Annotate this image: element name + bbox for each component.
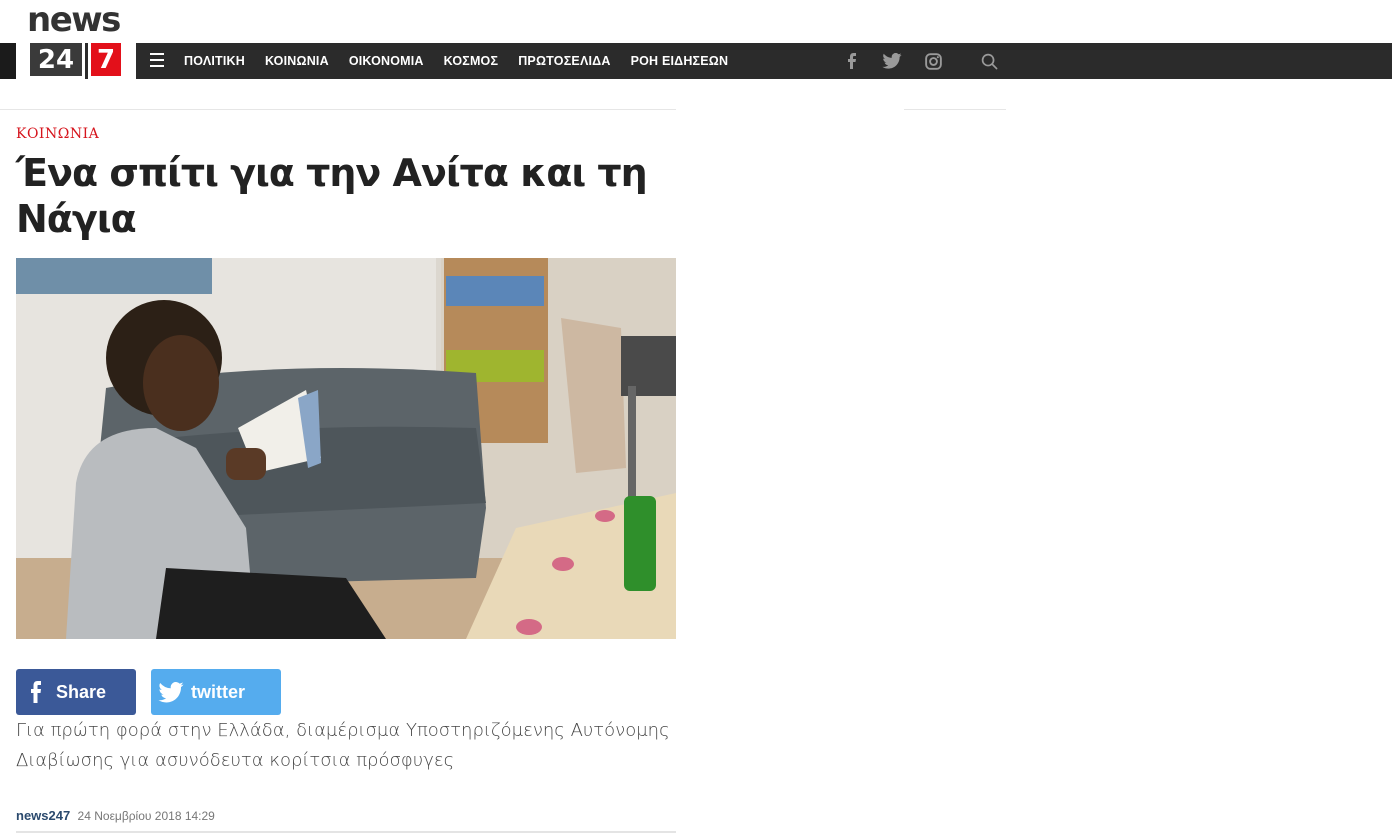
article-date: 24 Νοεμβρίου 2018 14:29: [77, 809, 215, 823]
twitter-icon: [151, 681, 191, 703]
nav-item-frontpages[interactable]: ΠΡΩΤΟΣΕΛΙΔΑ: [508, 54, 620, 68]
nav-item-news-feed[interactable]: ΡΟΗ ΕΙΔΗΣΕΩΝ: [621, 54, 739, 68]
logo-24[interactable]: 24: [27, 43, 85, 79]
nav-item-economy[interactable]: ΟΙΚΟΝΟΜΙΑ: [339, 54, 434, 68]
article-byline: news247 24 Νοεμβρίου 2018 14:29: [16, 808, 215, 823]
article-title: Ένα σπίτι για την Ανίτα και τη Νάγια: [16, 151, 648, 241]
search-icon[interactable]: [981, 43, 998, 79]
content-top-divider: [0, 109, 676, 110]
nav-item-politics[interactable]: ΠΟΛΙΤΙΚΗ: [174, 54, 255, 68]
facebook-icon: [16, 681, 56, 703]
sidebar-top-divider: [904, 109, 1006, 110]
nav-item-world[interactable]: ΚΟΣΜΟΣ: [434, 54, 509, 68]
twitter-icon[interactable]: [882, 43, 902, 79]
logo-gap: [16, 43, 27, 79]
main-nav: ΠΟΛΙΤΙΚΗ ΚΟΙΝΩΝΙΑ ΟΙΚΟΝΟΜΙΑ ΚΟΣΜΟΣ ΠΡΩΤΟ…: [174, 43, 738, 79]
logo-gap-right: [124, 43, 136, 79]
logo-news-text[interactable]: news: [27, 2, 121, 38]
instagram-icon[interactable]: [925, 43, 942, 79]
facebook-share-label: Share: [56, 681, 107, 702]
article-author[interactable]: news247: [16, 808, 70, 823]
facebook-share-button[interactable]: Share: [16, 669, 136, 715]
article-photo: [16, 258, 676, 639]
twitter-share-label: twitter: [191, 681, 245, 702]
article-lead: Για πρώτη φορά στην Ελλάδα, διαμέρισμα Υ…: [16, 720, 670, 771]
nav-item-society[interactable]: ΚΟΙΝΩΝΙΑ: [255, 54, 339, 68]
hamburger-menu-icon[interactable]: [150, 53, 164, 67]
logo-7[interactable]: 7: [88, 43, 124, 79]
byline-divider: [16, 831, 676, 833]
navbar-left-edge: [0, 43, 16, 79]
facebook-icon[interactable]: [846, 43, 858, 79]
twitter-share-button[interactable]: twitter: [151, 669, 281, 715]
article-category[interactable]: ΚΟΙΝΩΝΙΑ: [16, 126, 99, 142]
